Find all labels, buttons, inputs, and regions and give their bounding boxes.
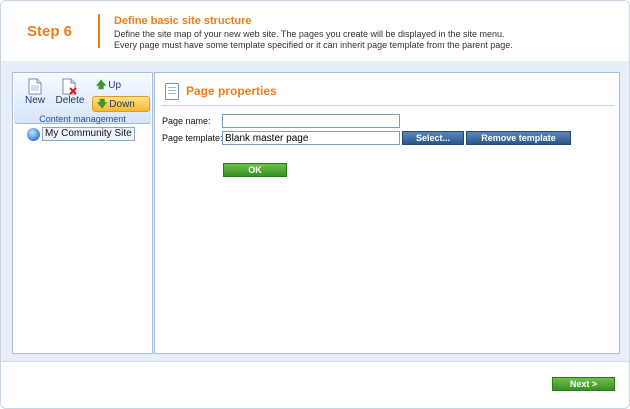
content-tree-panel: New Delete 🡅 Up 🡇 Down Content management (12, 72, 153, 354)
move-up-button[interactable]: 🡅 Up (94, 78, 150, 94)
step-heading: Define basic site structure (114, 15, 252, 27)
tree-root-node[interactable]: My Community Site (27, 127, 135, 141)
delete-button-label: Delete (55, 95, 85, 106)
page-icon (165, 83, 179, 100)
globe-icon (27, 127, 40, 141)
wizard-footer: Next > (1, 361, 629, 408)
toolbar-caption: Content management (39, 114, 126, 124)
wizard-header: Step 6 Define basic site structure Defin… (1, 1, 629, 61)
wizard-frame: Step 6 Define basic site structure Defin… (0, 0, 630, 409)
next-button[interactable]: Next > (552, 377, 615, 391)
new-button[interactable]: New (20, 78, 50, 106)
delete-button[interactable]: Delete (52, 78, 88, 106)
title-divider (161, 105, 615, 106)
select-template-button[interactable]: Select... (402, 131, 464, 145)
move-up-label: Up (108, 80, 122, 91)
remove-template-button[interactable]: Remove template (466, 131, 571, 145)
header-divider (98, 14, 100, 48)
page-properties-title: Page properties (186, 84, 277, 98)
step-number: Step 6 (27, 23, 73, 40)
page-name-input[interactable] (222, 114, 400, 128)
page-name-label: Page name: (162, 116, 211, 126)
arrow-down-icon: 🡇 (97, 99, 108, 110)
move-down-button[interactable]: 🡇 Down (92, 96, 150, 112)
new-page-icon (28, 78, 42, 95)
delete-page-icon (62, 78, 77, 95)
page-template-input[interactable] (222, 131, 400, 145)
arrow-up-icon: 🡅 (96, 80, 107, 91)
tree-root-label: My Community Site (42, 127, 135, 141)
new-button-label: New (24, 95, 45, 106)
page-template-label: Page template: (162, 133, 223, 143)
move-down-label: Down (109, 99, 135, 110)
page-properties-panel: Page properties Page name: Page template… (154, 72, 620, 354)
content-toolbar: New Delete 🡅 Up 🡇 Down Content management (14, 74, 151, 124)
step-description: Define the site map of your new web site… (114, 29, 513, 50)
ok-button[interactable]: OK (223, 163, 287, 177)
